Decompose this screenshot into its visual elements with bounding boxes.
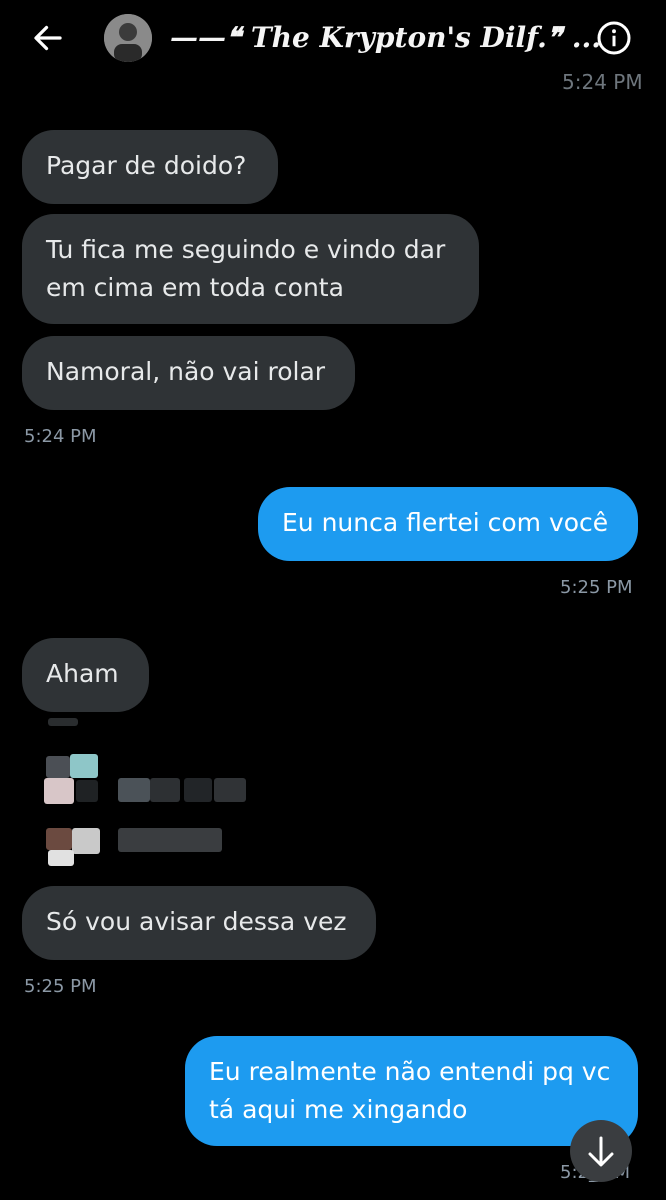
arrow-down-icon (588, 1136, 614, 1167)
scroll-to-bottom-button[interactable] (570, 1120, 632, 1182)
message-timestamp: 5:25 PM (560, 577, 633, 598)
message-text: Aham (46, 659, 119, 688)
message-text-line: Tu fica me seguindo e vindo dar (46, 235, 446, 264)
incoming-message[interactable]: Pagar de doido? (22, 130, 278, 204)
conversation-title[interactable]: ——❝ The Krypton's Dilf.❞ ... (170, 18, 601, 58)
message-text: Namoral, não vai rolar (46, 357, 326, 386)
message-text-line: em cima em toda conta (46, 273, 344, 302)
incoming-message[interactable]: Tu fica me seguindo e vindo dar em cima … (22, 214, 479, 324)
message-timestamp: 5:24 PM (562, 70, 643, 94)
conversation-header: ——❝ The Krypton's Dilf.❞ ... (0, 0, 666, 78)
message-text: Só vou avisar dessa vez (46, 907, 347, 936)
arrow-left-icon[interactable] (30, 20, 66, 56)
message-text: Eu nunca flertei com você (282, 508, 609, 537)
message-text-line: Eu realmente não entendi pq vc (209, 1057, 611, 1086)
info-icon[interactable] (596, 20, 632, 56)
message-timestamp: 5:24 PM (24, 426, 97, 447)
incoming-message[interactable]: Namoral, não vai rolar (22, 336, 355, 410)
message-timestamp: 5:25 PM (24, 976, 97, 997)
incoming-message[interactable]: Só vou avisar dessa vez (22, 886, 376, 960)
outgoing-message[interactable]: Eu nunca flertei com você (258, 487, 638, 561)
incoming-message[interactable]: Aham (22, 638, 149, 712)
avatar[interactable] (104, 14, 152, 62)
message-text-line: tá aqui me xingando (209, 1095, 468, 1124)
message-text: Pagar de doido? (46, 151, 247, 180)
